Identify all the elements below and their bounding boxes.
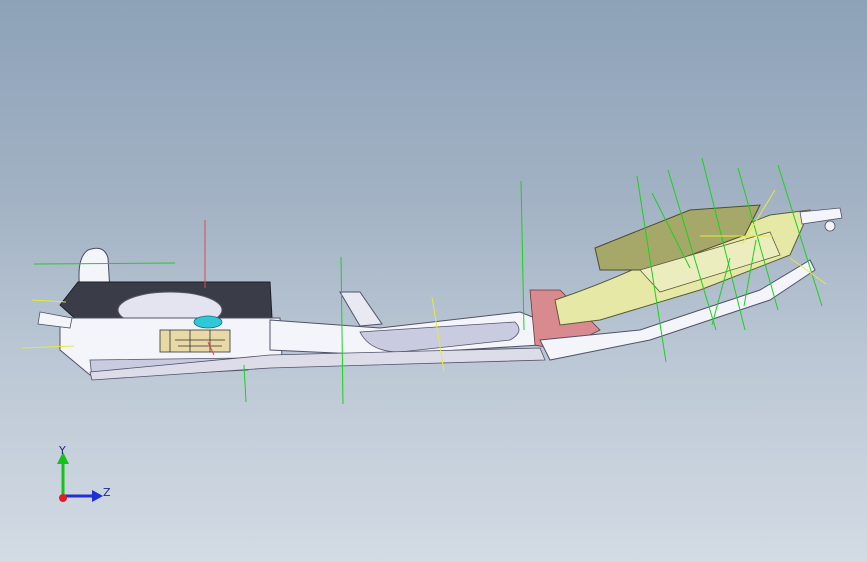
axis-triad	[57, 452, 103, 502]
console-assembly-model[interactable]	[0, 0, 867, 562]
z-axis-label: Z	[103, 486, 111, 499]
y-axis-label: Y	[59, 444, 66, 457]
z-axis-arrow	[92, 490, 103, 502]
right-front-assembly	[529, 204, 843, 361]
3d-viewport[interactable]: Y Z	[0, 0, 867, 562]
x-axis-origin-dot	[59, 494, 67, 502]
fin-bracket	[339, 291, 383, 327]
latch-mechanism	[159, 329, 231, 353]
cyan-button-part	[193, 315, 223, 329]
